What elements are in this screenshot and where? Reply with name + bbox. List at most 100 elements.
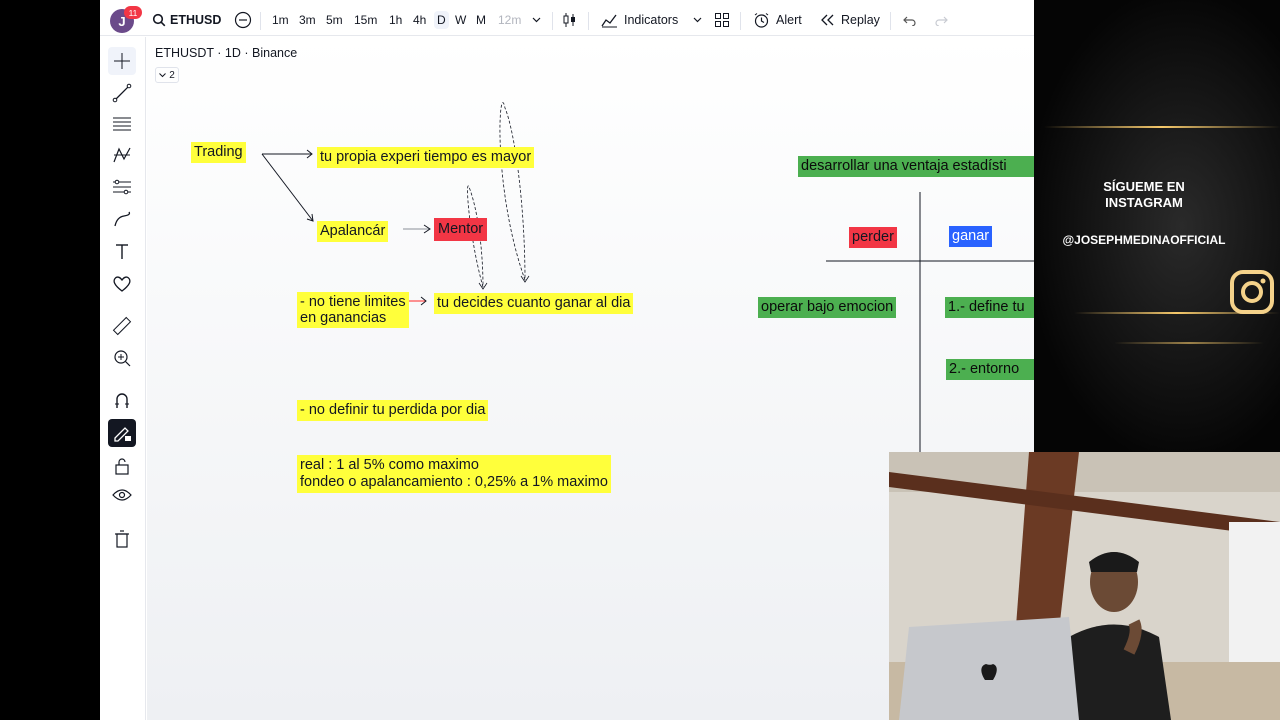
note-apalancar[interactable]: Apalancár xyxy=(317,221,389,242)
note-ventaja[interactable]: desarrollar una ventaja estadísti xyxy=(798,156,1034,177)
projection-icon xyxy=(113,179,131,195)
pattern-tool[interactable] xyxy=(108,141,136,169)
screen: J 11 ETHUSD 1m 3m 5m 15m 1h 4h D W M 12m xyxy=(0,0,1280,720)
glow-line xyxy=(1044,126,1280,128)
lock-icon xyxy=(115,458,129,475)
layout-button[interactable] xyxy=(714,4,730,36)
icons-tool[interactable] xyxy=(108,270,136,298)
chart-type-button[interactable] xyxy=(562,4,578,36)
indicators-button[interactable]: Indicators xyxy=(601,4,678,36)
divider xyxy=(890,12,891,30)
hide-drawings-tool[interactable] xyxy=(108,481,136,509)
webcam-image xyxy=(889,452,1280,720)
drawing-toolbar xyxy=(100,37,146,720)
divider xyxy=(740,12,741,30)
lock-drawings-tool[interactable] xyxy=(108,452,136,480)
zoom-in-icon xyxy=(114,350,131,367)
note-decides[interactable]: tu decides cuanto ganar al dia xyxy=(434,293,634,314)
alert-button[interactable]: Alert xyxy=(753,4,802,36)
note-define[interactable]: 1.- define tu xyxy=(945,297,1034,318)
divider xyxy=(260,12,261,30)
pattern-icon xyxy=(113,147,131,163)
alarm-clock-icon xyxy=(754,12,769,28)
trash-icon xyxy=(115,530,129,548)
redo-button[interactable] xyxy=(934,4,948,36)
note-perder[interactable]: perder xyxy=(849,227,897,248)
stay-in-drawing-mode-tool[interactable] xyxy=(108,419,136,447)
crosshair-icon xyxy=(114,53,130,69)
text-icon xyxy=(116,244,128,259)
remove-drawings-tool[interactable] xyxy=(108,525,136,553)
search-icon xyxy=(152,13,166,27)
instagram-overlay: SÍGUEME EN INSTAGRAM @JOSEPHMEDINAOFFICI… xyxy=(1034,0,1280,452)
interval-dropdown[interactable] xyxy=(532,4,541,36)
follow-line1: SÍGUEME EN xyxy=(1103,179,1185,194)
interval-1h[interactable]: 1h xyxy=(389,4,402,36)
top-toolbar: J 11 ETHUSD 1m 3m 5m 15m 1h 4h D W M 12m xyxy=(100,4,1034,36)
interval-m[interactable]: M xyxy=(476,4,486,36)
trend-line-icon xyxy=(112,83,132,103)
note-entorno[interactable]: 2.- entorno xyxy=(946,359,1034,380)
note-trading[interactable]: Trading xyxy=(191,142,246,163)
undo-button[interactable] xyxy=(903,4,917,36)
note-limites-line1: - no tiene limites xyxy=(300,294,406,310)
indicators-icon xyxy=(601,14,617,27)
notification-badge: 11 xyxy=(124,6,142,19)
note-perdida[interactable]: - no definir tu perdida por dia xyxy=(297,400,489,421)
interval-5m[interactable]: 5m xyxy=(326,4,343,36)
interval-w[interactable]: W xyxy=(455,4,466,36)
instagram-handle: @JOSEPHMEDINAOFFICIAL xyxy=(1062,233,1226,247)
divider xyxy=(588,12,589,30)
replay-button[interactable]: Replay xyxy=(821,4,880,36)
glow-line xyxy=(1114,342,1264,344)
interval-15m[interactable]: 15m xyxy=(354,4,377,36)
replay-label: Replay xyxy=(841,13,880,27)
note-fondeo: fondeo o apalancamiento : 0,25% a 1% max… xyxy=(300,474,608,490)
redo-icon xyxy=(935,16,948,26)
plus-circle-icon xyxy=(234,11,252,29)
curve-icon xyxy=(114,211,131,227)
note-limits[interactable]: real : 1 al 5% como maximo fondeo o apal… xyxy=(297,455,611,493)
rewind-icon xyxy=(821,14,834,26)
chevron-down-icon xyxy=(693,17,702,23)
interval-1m[interactable]: 1m xyxy=(272,4,289,36)
indicators-dropdown[interactable] xyxy=(693,4,702,36)
heart-icon xyxy=(113,276,131,292)
magnet-icon xyxy=(115,393,129,408)
magnet-tool[interactable] xyxy=(108,387,136,415)
trend-line-tool[interactable] xyxy=(108,79,136,107)
interval-4h[interactable]: 4h xyxy=(413,4,426,36)
note-real: real : 1 al 5% como maximo xyxy=(300,457,479,473)
measure-tool[interactable] xyxy=(108,312,136,340)
crosshair-tool[interactable] xyxy=(108,47,136,75)
follow-line2: INSTAGRAM xyxy=(1105,195,1183,210)
chevron-down-icon xyxy=(532,17,541,23)
ruler-icon xyxy=(112,316,132,336)
fib-tool[interactable] xyxy=(108,110,136,138)
interval-d[interactable]: D xyxy=(434,11,449,29)
undo-icon xyxy=(903,16,916,26)
compare-symbol-button[interactable] xyxy=(234,4,252,36)
eye-icon xyxy=(112,489,132,501)
note-emocion[interactable]: operar bajo emocion xyxy=(758,297,897,318)
grid-layout-icon xyxy=(715,13,729,27)
symbol-name: ETHUSD xyxy=(170,13,222,27)
candles-icon xyxy=(563,13,575,27)
interval-12m[interactable]: 12m xyxy=(498,4,521,36)
text-tool[interactable] xyxy=(108,238,136,266)
symbol-search[interactable]: ETHUSD xyxy=(152,4,221,36)
note-ganar[interactable]: ganar xyxy=(949,226,993,247)
zoom-tool[interactable] xyxy=(108,344,136,372)
webcam-feed xyxy=(889,452,1280,720)
brush-tool[interactable] xyxy=(108,205,136,233)
note-mentor[interactable]: Mentor xyxy=(434,218,488,241)
alert-label: Alert xyxy=(776,13,802,27)
prediction-tool[interactable] xyxy=(108,173,136,201)
divider xyxy=(552,12,553,30)
indicators-label: Indicators xyxy=(624,13,679,27)
note-limites-line2: en ganancias xyxy=(300,310,387,326)
interval-3m[interactable]: 3m xyxy=(299,4,316,36)
pencil-lock-icon xyxy=(114,427,131,442)
note-limites[interactable]: - no tiene limites en ganancias xyxy=(297,292,409,328)
note-experiencia[interactable]: tu propia experi tiempo es mayor xyxy=(317,147,535,168)
